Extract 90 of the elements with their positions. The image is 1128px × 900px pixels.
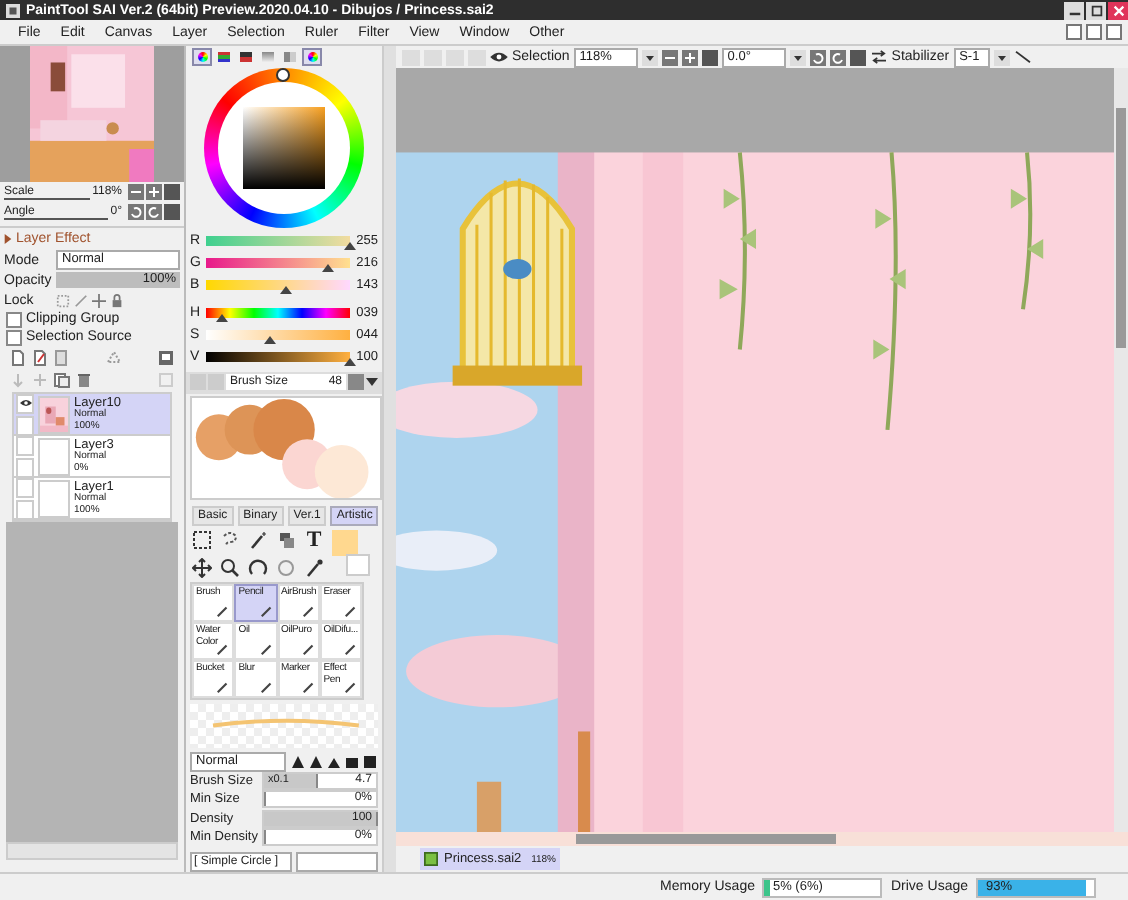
rotate-left-icon (809, 49, 826, 65)
pen-icon (216, 642, 231, 657)
color-slider[interactable] (206, 351, 350, 362)
layer-thumbnail (38, 479, 70, 517)
close-button[interactable] (1108, 1, 1128, 19)
caret-icon[interactable] (366, 378, 378, 387)
lock-icon[interactable] (110, 293, 124, 307)
pen-icon (216, 680, 231, 695)
line-icon[interactable] (1013, 50, 1032, 64)
expand-arrow-icon[interactable] (4, 234, 12, 244)
zoom-in-button[interactable] (681, 49, 698, 65)
eye-icon[interactable] (490, 50, 508, 64)
zoom-out-button[interactable] (128, 184, 144, 200)
secondary-color-swatch[interactable] (346, 554, 370, 577)
layer-thumbnail (38, 437, 70, 475)
move-icon[interactable] (192, 557, 212, 578)
visibility-toggle[interactable] (16, 477, 34, 497)
pen-lock-toggle[interactable] (16, 457, 34, 477)
pen-icon (301, 680, 316, 695)
trash-icon[interactable] (76, 371, 92, 387)
rectangle-select-icon[interactable] (192, 530, 212, 551)
color-mixer-mode-icon[interactable] (302, 48, 322, 66)
rotate-left-button[interactable] (128, 204, 144, 220)
rotate-right-icon (829, 49, 846, 65)
app-icon (6, 3, 20, 17)
magic-wand-icon[interactable] (248, 530, 268, 551)
stamp-icon[interactable] (276, 530, 296, 551)
mask-icon[interactable] (106, 349, 122, 365)
color-slider[interactable] (206, 330, 350, 341)
pen-icon (301, 642, 316, 657)
close-icon (1111, 3, 1125, 17)
visibility-toggle[interactable] (16, 435, 34, 455)
plus-icon (681, 49, 698, 65)
primary-color-swatch[interactable] (332, 530, 358, 557)
rotate-right-button[interactable] (829, 49, 846, 65)
rotate-left-icon (128, 204, 144, 220)
pen-icon (259, 680, 273, 695)
restore-button[interactable] (1086, 24, 1102, 40)
dropdown-button[interactable] (641, 49, 658, 65)
rotate-icon[interactable] (248, 557, 268, 578)
brush-shape-icons[interactable] (290, 753, 378, 770)
vertical-scrollbar[interactable] (382, 46, 396, 872)
color-square[interactable] (243, 107, 325, 190)
zoom-out-button[interactable] (661, 49, 678, 65)
plus-icon (146, 184, 162, 200)
pen-lock-toggle[interactable] (16, 415, 34, 435)
copy-icon[interactable] (54, 371, 70, 387)
color-wheel-mode-icon[interactable] (192, 48, 212, 66)
checkbox[interactable] (6, 329, 22, 345)
lock-pixels-icon[interactable] (56, 293, 70, 307)
rotate-right-icon (146, 204, 162, 220)
horizontal-scrollbar[interactable] (396, 832, 1128, 846)
eyedropper-icon[interactable] (304, 557, 324, 578)
pen-lock-toggle[interactable] (16, 499, 34, 519)
pen-icon (216, 604, 231, 619)
pen-icon (344, 604, 358, 619)
texture-strength-field[interactable] (296, 852, 378, 873)
minimize-button[interactable] (1066, 24, 1082, 40)
vertical-scrollbar[interactable] (1114, 68, 1128, 832)
reset-button[interactable] (849, 49, 866, 65)
new-layer-icon[interactable] (32, 349, 48, 365)
document-icon (424, 852, 438, 866)
pen-icon (344, 642, 358, 657)
eye-icon[interactable] (16, 393, 34, 413)
dropdown-button[interactable] (789, 49, 806, 65)
minimize-button[interactable] (1064, 1, 1084, 19)
rotate-right-button[interactable] (146, 204, 162, 220)
flip-icon[interactable] (869, 50, 888, 64)
maximize-icon (1089, 3, 1103, 17)
pen-icon (301, 604, 316, 619)
brush-icon[interactable] (74, 293, 88, 307)
maximize-button[interactable] (1086, 1, 1106, 19)
pen-icon (259, 642, 273, 657)
pen-icon (259, 604, 273, 619)
color-slider[interactable] (206, 308, 350, 319)
zoom-icon[interactable] (220, 557, 240, 578)
reset-button[interactable] (701, 49, 718, 65)
color-slider[interactable] (206, 257, 350, 268)
swatches-mode-icon[interactable] (280, 48, 300, 66)
new-layer-icon[interactable] (10, 349, 26, 365)
horizontal-scrollbar[interactable] (6, 842, 178, 860)
color-slider[interactable] (206, 279, 350, 290)
color-slider[interactable] (206, 236, 350, 247)
rotate-left-button[interactable] (809, 49, 826, 65)
checkbox[interactable] (6, 311, 22, 327)
zoom-in-button[interactable] (146, 184, 162, 200)
pen-icon (344, 680, 358, 695)
panel-icon[interactable] (158, 349, 174, 365)
dropdown-button[interactable] (993, 49, 1010, 65)
text-tool[interactable]: T (304, 530, 324, 551)
